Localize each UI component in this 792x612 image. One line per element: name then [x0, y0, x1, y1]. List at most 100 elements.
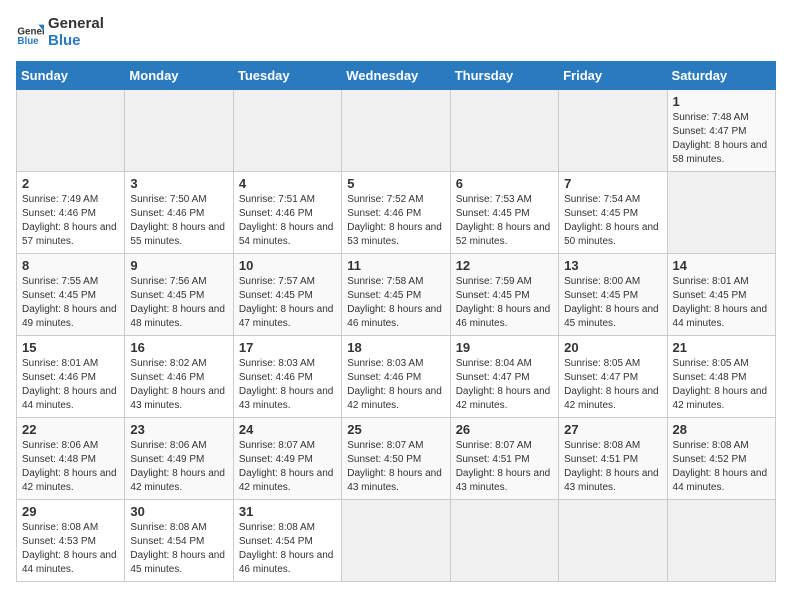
- calendar-cell: 31Sunrise: 8:08 AMSunset: 4:54 PMDayligh…: [233, 500, 341, 582]
- calendar-cell: 10 Sunrise: 7:57 AMSunset: 4:45 PMDayligh…: [233, 254, 341, 336]
- week-row-1: 1 Sunrise: 7:48 AMSunset: 4:47 PMDaylight…: [17, 90, 776, 172]
- calendar-cell: 5Sunrise: 7:52 AMSunset: 4:46 PMDaylight…: [342, 172, 450, 254]
- day-number: 2: [22, 176, 119, 191]
- calendar-cell: [667, 500, 775, 582]
- day-info: Sunrise: 7:53 AMSunset: 4:45 PMDaylight:…: [456, 193, 553, 249]
- day-info: Sunrise: 7:59 AMSunset: 4:45 PMDaylight:…: [456, 275, 553, 331]
- calendar-cell: 15 Sunrise: 8:01 AMSunset: 4:46 PMDayligh…: [17, 336, 125, 418]
- calendar-cell: 6Sunrise: 7:53 AMSunset: 4:45 PMDaylight…: [450, 172, 558, 254]
- day-number: 29: [22, 504, 119, 519]
- calendar-cell: 23Sunrise: 8:06 AMSunset: 4:49 PMDayligh…: [125, 418, 233, 500]
- header-thursday: Thursday: [450, 62, 558, 90]
- calendar-cell: 1 Sunrise: 7:48 AMSunset: 4:47 PMDaylight…: [667, 90, 775, 172]
- day-number: 20: [564, 340, 661, 355]
- day-number: 16: [130, 340, 227, 355]
- day-number: 9: [130, 258, 227, 273]
- header-wednesday: Wednesday: [342, 62, 450, 90]
- day-info: Sunrise: 8:04 AMSunset: 4:47 PMDaylight:…: [456, 357, 553, 413]
- page-header: General Blue General Blue: [16, 16, 776, 49]
- day-info: Sunrise: 7:52 AMSunset: 4:46 PMDaylight:…: [347, 193, 444, 249]
- day-info: Sunrise: 8:08 AMSunset: 4:54 PMDaylight:…: [239, 521, 336, 577]
- calendar-cell: 26 Sunrise: 8:07 AMSunset: 4:51 PMDayligh…: [450, 418, 558, 500]
- day-info: Sunrise: 8:05 AMSunset: 4:47 PMDaylight:…: [564, 357, 661, 413]
- day-info: Sunrise: 8:07 AMSunset: 4:50 PMDaylight:…: [347, 439, 444, 495]
- day-number: 23: [130, 422, 227, 437]
- day-number: 1: [673, 94, 770, 109]
- day-number: 14: [673, 258, 770, 273]
- calendar-cell: 24Sunrise: 8:07 AMSunset: 4:49 PMDayligh…: [233, 418, 341, 500]
- day-number: 27: [564, 422, 661, 437]
- logo-blue: Blue: [48, 33, 104, 50]
- day-number: 17: [239, 340, 336, 355]
- day-header-row: SundayMondayTuesdayWednesdayThursdayFrid…: [17, 62, 776, 90]
- day-number: 18: [347, 340, 444, 355]
- day-info: Sunrise: 7:50 AMSunset: 4:46 PMDaylight:…: [130, 193, 227, 249]
- day-info: Sunrise: 8:07 AMSunset: 4:51 PMDaylight:…: [456, 439, 553, 495]
- logo-general: General: [48, 16, 104, 33]
- day-info: Sunrise: 8:08 AMSunset: 4:53 PMDaylight:…: [22, 521, 119, 577]
- calendar-cell: 13Sunrise: 8:00 AMSunset: 4:45 PMDayligh…: [559, 254, 667, 336]
- day-number: 28: [673, 422, 770, 437]
- day-number: 21: [673, 340, 770, 355]
- week-row-6: 29 Sunrise: 8:08 AMSunset: 4:53 PMDayligh…: [17, 500, 776, 582]
- week-row-3: 8Sunrise: 7:55 AMSunset: 4:45 PMDaylight…: [17, 254, 776, 336]
- day-info: Sunrise: 8:03 AMSunset: 4:46 PMDaylight:…: [239, 357, 336, 413]
- calendar-cell: 22Sunrise: 8:06 AMSunset: 4:48 PMDayligh…: [17, 418, 125, 500]
- calendar-cell: 2Sunrise: 7:49 AMSunset: 4:46 PMDaylight…: [17, 172, 125, 254]
- calendar-cell: [17, 90, 125, 172]
- day-number: 19: [456, 340, 553, 355]
- calendar-cell: [559, 500, 667, 582]
- day-number: 11: [347, 258, 444, 273]
- day-info: Sunrise: 7:48 AMSunset: 4:47 PMDaylight:…: [673, 111, 770, 167]
- header-saturday: Saturday: [667, 62, 775, 90]
- day-number: 12: [456, 258, 553, 273]
- calendar-cell: 8Sunrise: 7:55 AMSunset: 4:45 PMDaylight…: [17, 254, 125, 336]
- day-number: 15: [22, 340, 119, 355]
- calendar-cell: [233, 90, 341, 172]
- calendar-cell: 20 Sunrise: 8:05 AMSunset: 4:47 PMDayligh…: [559, 336, 667, 418]
- day-info: Sunrise: 8:03 AMSunset: 4:46 PMDaylight:…: [347, 357, 444, 413]
- day-info: Sunrise: 8:08 AMSunset: 4:51 PMDaylight:…: [564, 439, 661, 495]
- day-number: 13: [564, 258, 661, 273]
- day-info: Sunrise: 8:08 AMSunset: 4:54 PMDaylight:…: [130, 521, 227, 577]
- calendar-cell: 3 Sunrise: 7:50 AMSunset: 4:46 PMDaylight…: [125, 172, 233, 254]
- day-info: Sunrise: 8:08 AMSunset: 4:52 PMDaylight:…: [673, 439, 770, 495]
- calendar-cell: 29 Sunrise: 8:08 AMSunset: 4:53 PMDayligh…: [17, 500, 125, 582]
- calendar-cell: 9 Sunrise: 7:56 AMSunset: 4:45 PMDaylight…: [125, 254, 233, 336]
- week-row-4: 15 Sunrise: 8:01 AMSunset: 4:46 PMDayligh…: [17, 336, 776, 418]
- day-number: 26: [456, 422, 553, 437]
- day-info: Sunrise: 7:56 AMSunset: 4:45 PMDaylight:…: [130, 275, 227, 331]
- day-info: Sunrise: 8:05 AMSunset: 4:48 PMDaylight:…: [673, 357, 770, 413]
- week-row-2: 2Sunrise: 7:49 AMSunset: 4:46 PMDaylight…: [17, 172, 776, 254]
- header-sunday: Sunday: [17, 62, 125, 90]
- day-info: Sunrise: 7:57 AMSunset: 4:45 PMDaylight:…: [239, 275, 336, 331]
- header-monday: Monday: [125, 62, 233, 90]
- calendar-cell: 30Sunrise: 8:08 AMSunset: 4:54 PMDayligh…: [125, 500, 233, 582]
- day-info: Sunrise: 7:54 AMSunset: 4:45 PMDaylight:…: [564, 193, 661, 249]
- day-info: Sunrise: 8:07 AMSunset: 4:49 PMDaylight:…: [239, 439, 336, 495]
- day-number: 25: [347, 422, 444, 437]
- day-number: 8: [22, 258, 119, 273]
- calendar-cell: [450, 90, 558, 172]
- calendar-cell: 25 Sunrise: 8:07 AMSunset: 4:50 PMDayligh…: [342, 418, 450, 500]
- calendar-cell: 28 Sunrise: 8:08 AMSunset: 4:52 PMDayligh…: [667, 418, 775, 500]
- calendar-cell: 21 Sunrise: 8:05 AMSunset: 4:48 PMDayligh…: [667, 336, 775, 418]
- calendar-cell: 16 Sunrise: 8:02 AMSunset: 4:46 PMDayligh…: [125, 336, 233, 418]
- logo: General Blue General Blue: [16, 16, 104, 49]
- day-number: 3: [130, 176, 227, 191]
- calendar-cell: 18 Sunrise: 8:03 AMSunset: 4:46 PMDayligh…: [342, 336, 450, 418]
- day-info: Sunrise: 7:58 AMSunset: 4:45 PMDaylight:…: [347, 275, 444, 331]
- day-number: 10: [239, 258, 336, 273]
- day-info: Sunrise: 8:01 AMSunset: 4:45 PMDaylight:…: [673, 275, 770, 331]
- day-number: 7: [564, 176, 661, 191]
- day-info: Sunrise: 8:02 AMSunset: 4:46 PMDaylight:…: [130, 357, 227, 413]
- header-friday: Friday: [559, 62, 667, 90]
- calendar-cell: [450, 500, 558, 582]
- day-info: Sunrise: 8:06 AMSunset: 4:48 PMDaylight:…: [22, 439, 119, 495]
- day-info: Sunrise: 8:01 AMSunset: 4:46 PMDaylight:…: [22, 357, 119, 413]
- day-info: Sunrise: 7:51 AMSunset: 4:46 PMDaylight:…: [239, 193, 336, 249]
- calendar-cell: 4Sunrise: 7:51 AMSunset: 4:46 PMDaylight…: [233, 172, 341, 254]
- logo-icon: General Blue: [16, 19, 44, 47]
- calendar-cell: 12 Sunrise: 7:59 AMSunset: 4:45 PMDayligh…: [450, 254, 558, 336]
- svg-text:Blue: Blue: [17, 36, 39, 47]
